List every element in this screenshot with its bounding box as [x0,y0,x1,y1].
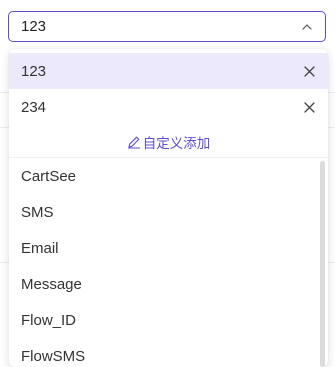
list-item[interactable]: Message [9,266,319,302]
list-item[interactable]: CartSee [9,158,319,194]
selected-option[interactable]: 123 [9,53,328,89]
list-item[interactable]: FlowSMS [9,338,319,367]
option-label: FlowSMS [21,347,86,365]
custom-add-label: 自定义添加 [142,136,211,151]
option-label: 234 [21,98,47,116]
selected-option[interactable]: 234 [9,89,328,125]
option-label: Flow_ID [21,311,77,329]
select-value: 123 [21,18,47,35]
option-label: 123 [21,62,47,80]
option-label: Email [21,239,59,257]
select-field[interactable]: 123 [8,11,326,42]
option-label: CartSee [21,167,77,185]
chevron-up-icon[interactable] [301,21,313,33]
scrollbar[interactable] [320,161,325,367]
dropdown-panel: 123 234 自定义添加 CartSee SMS Email Message … [9,49,328,367]
option-label: SMS [21,203,54,221]
list-item[interactable]: Flow_ID [9,302,319,338]
list-item[interactable]: Email [9,230,319,266]
list-item[interactable]: SMS [9,194,319,230]
edit-pencil-icon [127,135,141,149]
close-icon[interactable] [302,64,316,78]
close-icon[interactable] [302,100,316,114]
custom-add-button[interactable]: 自定义添加 [9,129,328,155]
option-label: Message [21,275,82,293]
